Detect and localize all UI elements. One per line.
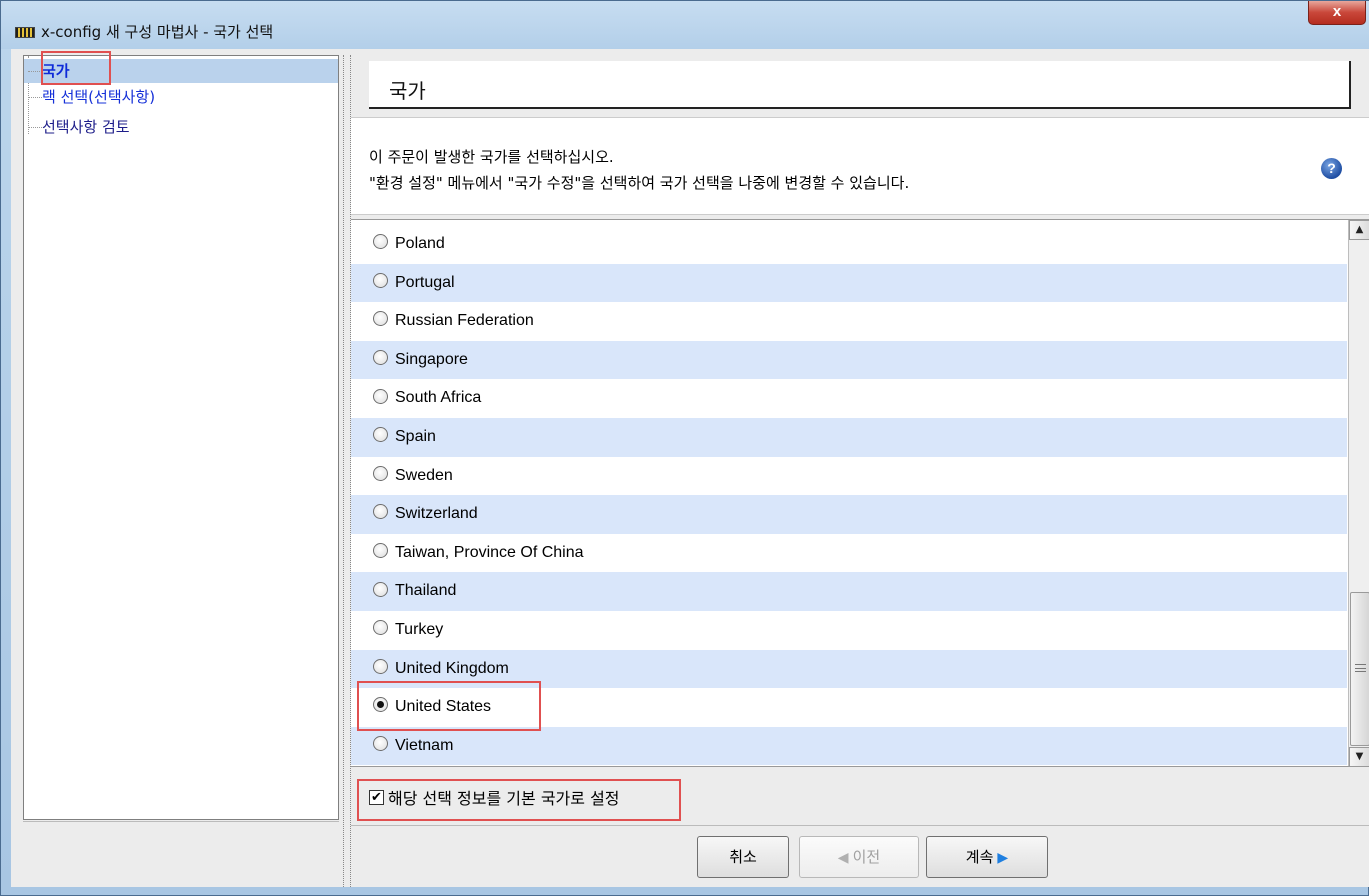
close-button[interactable]: x bbox=[1308, 1, 1366, 25]
country-label: United Kingdom bbox=[395, 659, 509, 677]
previous-label: 이전 bbox=[852, 848, 881, 866]
country-option[interactable]: Sweden bbox=[351, 457, 1347, 496]
step-rack-selection[interactable]: 랙 선택(선택사항) bbox=[24, 85, 155, 109]
radio-button-checked[interactable] bbox=[373, 697, 388, 713]
country-option[interactable]: Turkey bbox=[351, 611, 1347, 650]
step-label: 국가 bbox=[42, 62, 70, 80]
checkbox-label: 해당 선택 정보를 기본 국가로 설정 bbox=[388, 789, 620, 808]
country-label: Singapore bbox=[395, 350, 468, 368]
radio-button[interactable] bbox=[373, 658, 388, 674]
country-option[interactable]: United Kingdom bbox=[351, 649, 1347, 689]
wizard-client-area: 국가 랙 선택(선택사항) 선택사항 검토 국가 이 주문이 발생한 국가를 선… bbox=[11, 49, 1369, 887]
vertical-scrollbar[interactable]: ▲ ▼ bbox=[1348, 220, 1369, 766]
wizard-buttons: 취소 ◀ 이전 계속 ▶ bbox=[351, 825, 1369, 887]
country-label: Sweden bbox=[395, 466, 453, 484]
forward-arrow-icon: ▶ bbox=[997, 850, 1009, 866]
country-option[interactable]: Taiwan, Province Of China bbox=[351, 534, 1347, 573]
country-label: Taiwan, Province Of China bbox=[395, 543, 584, 561]
radio-button[interactable] bbox=[373, 388, 388, 404]
country-option[interactable]: South Africa bbox=[351, 379, 1347, 418]
country-option[interactable]: Russian Federation bbox=[351, 302, 1347, 341]
country-list: Poland Portugal Russian Federation Singa… bbox=[351, 219, 1369, 767]
scroll-down-arrow-icon[interactable]: ▼ bbox=[1349, 747, 1369, 766]
country-label: United States bbox=[395, 698, 492, 716]
country-option[interactable]: Vietnam bbox=[351, 726, 1347, 766]
title-bar[interactable]: x-config 새 구성 마법사 - 국가 선택 x bbox=[1, 1, 1369, 49]
country-label: Vietnam bbox=[395, 736, 454, 754]
next-button[interactable]: 계속 ▶ bbox=[926, 836, 1048, 878]
country-option[interactable]: Singapore bbox=[351, 340, 1347, 380]
country-label: Portugal bbox=[395, 273, 455, 291]
radio-button[interactable] bbox=[373, 735, 388, 751]
radio-button[interactable] bbox=[373, 620, 388, 636]
page-title: 국가 bbox=[389, 79, 426, 103]
radio-button[interactable] bbox=[373, 465, 388, 481]
app-icon bbox=[15, 27, 35, 38]
left-footer bbox=[23, 821, 339, 887]
cancel-button[interactable]: 취소 bbox=[697, 836, 789, 878]
wizard-window: x-config 새 구성 마법사 - 국가 선택 x 국가 랙 선택(선택사항… bbox=[0, 0, 1369, 896]
radio-button[interactable] bbox=[373, 272, 388, 288]
country-label: Thailand bbox=[395, 582, 457, 600]
page-header: 국가 bbox=[369, 61, 1351, 109]
country-list-viewport: Poland Portugal Russian Federation Singa… bbox=[351, 225, 1347, 766]
step-review[interactable]: 선택사항 검토 bbox=[24, 115, 130, 139]
previous-button[interactable]: ◀ 이전 bbox=[799, 836, 919, 878]
content-panel: 국가 이 주문이 발생한 국가를 선택하십시오. "환경 설정" 메뉴에서 "국… bbox=[351, 49, 1369, 887]
help-icon[interactable]: ? bbox=[1321, 158, 1342, 179]
instructions-box: 이 주문이 발생한 국가를 선택하십시오. "환경 설정" 메뉴에서 "국가 수… bbox=[351, 117, 1369, 215]
country-label: Switzerland bbox=[395, 505, 478, 523]
country-label: South Africa bbox=[395, 389, 482, 407]
country-label: Poland bbox=[395, 235, 445, 252]
checkbox-checked-icon[interactable]: ✔ bbox=[369, 790, 384, 805]
country-option[interactable]: Poland bbox=[351, 225, 1347, 264]
scroll-up-arrow-icon[interactable]: ▲ bbox=[1349, 220, 1369, 240]
radio-button[interactable] bbox=[373, 234, 388, 250]
instruction-note: "환경 설정" 메뉴에서 "국가 수정"을 선택하여 국가 선택을 나중에 변경… bbox=[369, 174, 910, 192]
country-option[interactable]: Thailand bbox=[351, 572, 1347, 611]
radio-button[interactable] bbox=[373, 350, 388, 366]
radio-button[interactable] bbox=[373, 543, 388, 559]
country-option[interactable]: Portugal bbox=[351, 263, 1347, 303]
country-label: Spain bbox=[395, 427, 436, 445]
country-option[interactable]: Spain bbox=[351, 417, 1347, 457]
panel-splitter[interactable] bbox=[343, 55, 351, 887]
radio-button[interactable] bbox=[373, 581, 388, 597]
steps-tree: 국가 랙 선택(선택사항) 선택사항 검토 bbox=[23, 55, 339, 820]
next-label: 계속 bbox=[965, 848, 994, 866]
radio-button[interactable] bbox=[373, 311, 388, 327]
country-option[interactable]: Switzerland bbox=[351, 495, 1347, 534]
grip-icon bbox=[1355, 664, 1366, 672]
step-country[interactable]: 국가 bbox=[24, 59, 338, 83]
back-arrow-icon: ◀ bbox=[837, 850, 849, 866]
radio-button[interactable] bbox=[373, 504, 388, 520]
window-title: x-config 새 구성 마법사 - 국가 선택 bbox=[41, 23, 274, 41]
default-country-checkbox[interactable]: ✔ 해당 선택 정보를 기본 국가로 설정 bbox=[369, 785, 620, 809]
instruction-text: 이 주문이 발생한 국가를 선택하십시오. bbox=[369, 148, 614, 166]
scroll-thumb[interactable] bbox=[1350, 592, 1369, 746]
step-label: 랙 선택(선택사항) bbox=[42, 88, 156, 106]
country-label: Turkey bbox=[395, 620, 444, 638]
country-label: Russian Federation bbox=[395, 312, 534, 330]
radio-button[interactable] bbox=[373, 427, 388, 443]
country-option-selected[interactable]: United States bbox=[351, 688, 1347, 727]
step-label: 선택사항 검토 bbox=[42, 118, 130, 136]
